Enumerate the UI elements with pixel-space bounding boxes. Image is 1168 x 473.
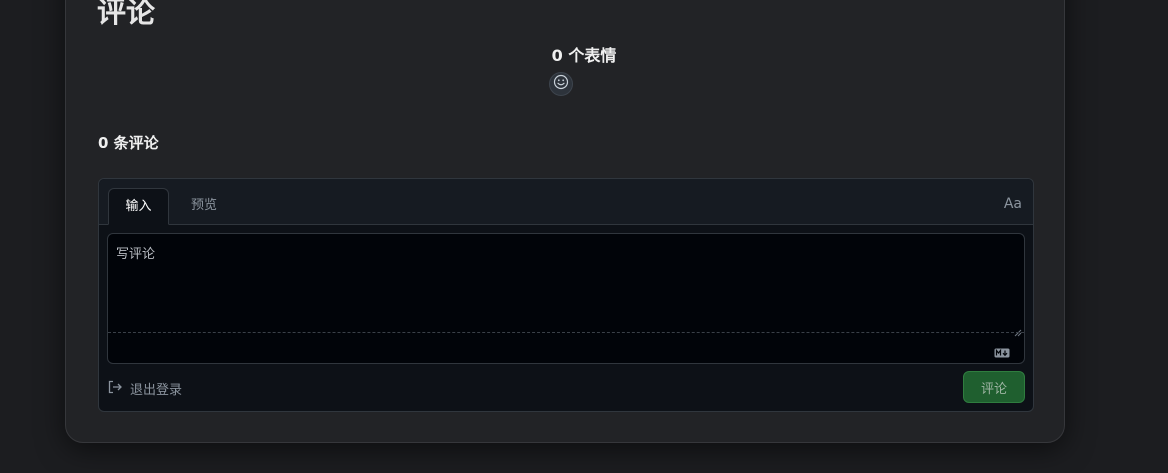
reactions-count: 0 个表情	[551, 46, 617, 65]
markdown-icon[interactable]	[994, 343, 1010, 358]
sign-out-link[interactable]: 退出登录	[108, 379, 182, 398]
smiley-icon	[553, 74, 569, 94]
comment-count: 0 条评论	[98, 134, 159, 152]
tab-preview[interactable]: 预览	[174, 188, 234, 224]
sign-out-icon	[108, 380, 123, 398]
comment-input-wrapper	[107, 233, 1025, 364]
resize-handle[interactable]	[1014, 322, 1022, 337]
font-toggle-button[interactable]: Aa	[1004, 196, 1022, 212]
page-title: 评论	[97, 0, 156, 29]
add-reaction-button[interactable]	[549, 72, 573, 96]
markdown-footer	[108, 332, 1024, 365]
tab-write[interactable]: 输入	[108, 188, 169, 225]
comment-input[interactable]	[108, 234, 1024, 332]
comment-editor: 输入 预览 Aa 退	[98, 178, 1034, 412]
sign-out-label: 退出登录	[130, 383, 183, 398]
editor-tabbar: 输入 预览 Aa	[99, 179, 1033, 225]
submit-comment-button[interactable]: 评论	[963, 371, 1025, 403]
